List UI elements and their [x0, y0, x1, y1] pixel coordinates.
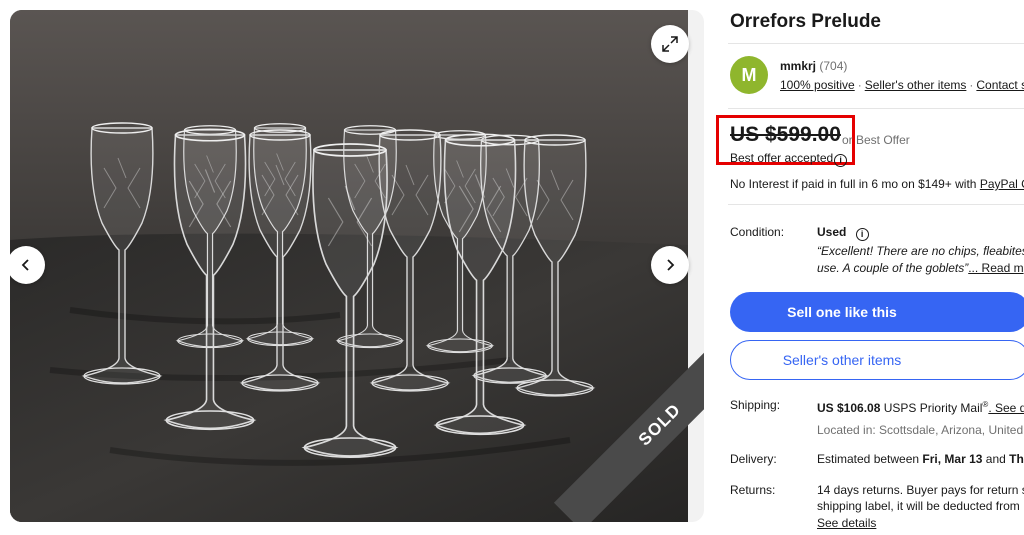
sellers-other-items-button[interactable]: Seller's other items	[730, 340, 1024, 380]
condition-value: Used i	[817, 225, 869, 241]
divider	[728, 108, 1024, 109]
wine-glasses-photo	[10, 10, 688, 522]
chevron-left-icon	[21, 259, 29, 271]
expand-image-button[interactable]	[651, 25, 689, 63]
best-offer-accepted: Best offer accepted i	[730, 151, 848, 167]
item-details-panel: Orrefors Prelude M mmkrj (704) 100% posi…	[728, 0, 1024, 535]
seller-name[interactable]: mmkrj	[780, 59, 816, 73]
separator-dot: ·	[969, 78, 974, 92]
financing-text: No Interest if paid in full in 6 mo on $…	[730, 177, 980, 191]
seller-feedback-count: (704)	[819, 59, 848, 73]
item-price: US $599.00	[730, 123, 841, 146]
read-more-link[interactable]: ... Read m	[968, 261, 1023, 275]
seller-other-items-link[interactable]: Seller's other items	[865, 78, 967, 92]
image-gallery[interactable]: SOLD	[10, 10, 704, 522]
shipping-value: US $106.08 USPS Priority Mail®. See de	[817, 400, 1024, 415]
condition-used: Used	[817, 225, 847, 239]
info-icon[interactable]: i	[834, 154, 848, 167]
seller-positive-link[interactable]: 100% positive	[780, 78, 855, 92]
returns-see-details-link[interactable]: See details	[817, 516, 876, 530]
returns-line2: shipping label, it will be deducted from	[817, 499, 1020, 513]
item-location: Located in: Scottsdale, Arizona, United	[817, 423, 1024, 437]
next-image-button[interactable]	[651, 246, 689, 284]
contact-seller-link[interactable]: Contact s	[976, 78, 1024, 92]
shipping-label: Shipping:	[730, 398, 781, 412]
financing-info: No Interest if paid in full in 6 mo on $…	[730, 177, 1024, 191]
delivery-date-start: Fri, Mar 13	[922, 452, 983, 466]
best-offer-accepted-label: Best offer accepted	[730, 151, 834, 165]
paypal-credit-link[interactable]: PayPal Cr	[980, 177, 1024, 191]
listing-photo[interactable]	[10, 10, 688, 522]
delivery-and: and	[982, 452, 1010, 466]
condition-info-icon[interactable]: i	[855, 228, 869, 241]
returns-line1: 14 days returns. Buyer pays for return s…	[817, 483, 1024, 497]
delivery-date-end: Thu	[1009, 452, 1024, 466]
returns-label: Returns:	[730, 483, 776, 497]
divider	[728, 204, 1024, 205]
separator-dot: ·	[857, 78, 862, 92]
seller-info: mmkrj (704)	[780, 59, 847, 73]
sell-one-label: Sell one like this	[787, 304, 897, 320]
divider	[728, 43, 1024, 44]
condition-quote-line2: use. A couple of the goblets”... Read m	[817, 261, 1024, 275]
shipping-see-details-link[interactable]: . See de	[988, 401, 1024, 415]
delivery-label: Delivery:	[730, 452, 777, 466]
seller-links: 100% positive · Seller's other items · Conta…	[780, 78, 1024, 92]
expand-icon	[662, 36, 678, 52]
listing-title: Orrefors Prelude	[730, 11, 881, 32]
sell-one-like-this-button[interactable]: Sell one like this	[730, 292, 1024, 332]
delivery-prefix: Estimated between	[817, 452, 923, 466]
delivery-value: Estimated between Fri, Mar 13 and Thu	[817, 452, 1024, 466]
or-best-offer-text: or Best Offer	[842, 133, 910, 147]
other-items-label: Seller's other items	[782, 352, 902, 368]
shipping-service: USPS Priority Mail	[880, 401, 983, 415]
shipping-cost: US $106.08	[817, 401, 881, 415]
condition-label: Condition:	[730, 225, 785, 239]
condition-quote-text: use. A couple of the goblets”	[817, 261, 969, 275]
returns-see-details: See details	[817, 516, 876, 530]
condition-quote-line1: “Excellent! There are no chips, fleabite…	[817, 244, 1024, 258]
seller-avatar[interactable]: M	[730, 56, 768, 94]
chevron-right-icon	[667, 259, 675, 271]
